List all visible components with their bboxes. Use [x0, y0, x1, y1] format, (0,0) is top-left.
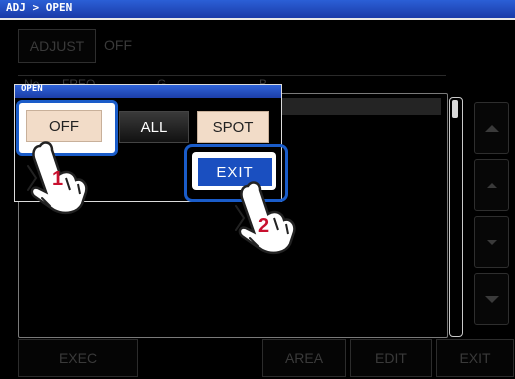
triangle-down-icon: [486, 239, 497, 245]
popup-title: OPEN: [21, 84, 43, 94]
exec-label: EXEC: [58, 350, 98, 366]
scrollbar-track[interactable]: [449, 97, 463, 337]
page-down-button[interactable]: [474, 273, 509, 325]
all-button[interactable]: ALL: [119, 111, 189, 143]
breadcrumb: ADJ > OPEN: [6, 1, 73, 14]
pointing-hand-icon: [235, 181, 296, 255]
scroll-up-button[interactable]: [474, 159, 509, 211]
adjust-value: OFF: [104, 37, 132, 53]
step-2-label: 2: [258, 215, 270, 237]
area-button[interactable]: AREA: [262, 339, 346, 377]
footer-exit-label: EXIT: [459, 350, 491, 366]
popup-title-bar: OPEN: [15, 84, 281, 98]
spot-button[interactable]: SPOT: [197, 111, 269, 143]
edit-button[interactable]: EDIT: [350, 339, 432, 377]
header-top-line: [18, 75, 446, 76]
page-up-button[interactable]: [474, 102, 509, 154]
off-label: OFF: [49, 117, 79, 135]
adjust-button[interactable]: ADJUST: [18, 29, 96, 63]
triangle-down-icon: [484, 295, 499, 303]
scrollbar-thumb[interactable]: [452, 100, 458, 118]
screen: ADJ > OPEN ADJUST OFF No. FREQ G B OPEN …: [0, 0, 515, 379]
adjust-label: ADJUST: [29, 38, 85, 54]
triangle-up-icon: [484, 124, 499, 132]
step-1-label: 1: [52, 168, 64, 190]
list-selected-row[interactable]: [280, 98, 441, 115]
title-bar: ADJ > OPEN: [0, 0, 515, 20]
exec-button[interactable]: EXEC: [18, 339, 138, 377]
scroll-down-button[interactable]: [474, 216, 509, 268]
area-label: AREA: [284, 350, 324, 366]
footer-exit-button[interactable]: EXIT: [436, 339, 514, 377]
edit-label: EDIT: [375, 350, 407, 366]
spot-label: SPOT: [212, 118, 254, 136]
all-label: ALL: [140, 118, 168, 136]
triangle-up-icon: [486, 182, 497, 188]
